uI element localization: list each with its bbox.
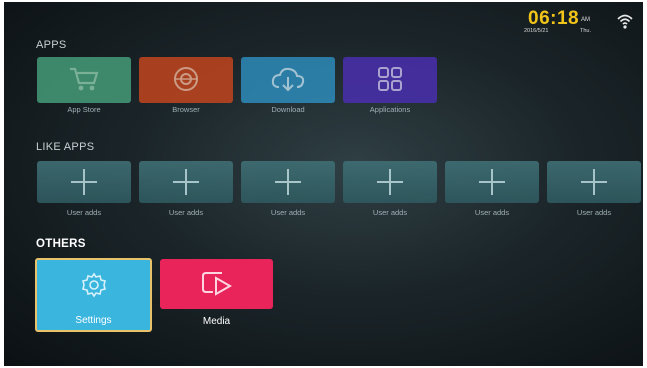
status-clock: 06:18 AM 2016/5/21 Thu. [524, 8, 604, 38]
plus-icon [139, 166, 233, 198]
add-app-label: User adds [270, 208, 306, 217]
settings-tile[interactable]: Settings [35, 258, 152, 332]
plus-icon [343, 166, 437, 198]
add-app-label: User adds [372, 208, 408, 217]
clock-time: 06:18 [528, 8, 580, 29]
app-label-browser: Browser [172, 105, 200, 114]
add-app-tile[interactable] [547, 161, 641, 203]
grid-icon [343, 63, 437, 95]
app-label-applications: Applications [369, 105, 411, 114]
globe-icon [139, 63, 233, 95]
gear-icon [37, 272, 150, 298]
clock-weekday: Thu. [580, 28, 592, 34]
section-apps-label: APPS [36, 39, 67, 51]
plus-icon [241, 166, 335, 198]
wifi-icon [616, 12, 634, 32]
settings-label: Settings [75, 315, 112, 326]
app-tile-applications[interactable] [343, 57, 437, 103]
clock-date: 2016/5/21 [524, 28, 549, 34]
add-app-tile[interactable] [139, 161, 233, 203]
app-tile-download[interactable] [241, 57, 335, 103]
add-app-tile[interactable] [343, 161, 437, 203]
add-app-tile[interactable] [37, 161, 131, 203]
plus-icon [37, 166, 131, 198]
cart-icon [37, 63, 131, 95]
add-app-label: User adds [474, 208, 510, 217]
app-tile-browser[interactable] [139, 57, 233, 103]
add-app-tile[interactable] [445, 161, 539, 203]
play-screen-icon [160, 270, 273, 298]
cloud-download-icon [241, 63, 335, 95]
media-label: Media [202, 316, 231, 327]
app-label-download: Download [271, 105, 305, 114]
section-like-apps-label: LIKE APPS [36, 141, 95, 153]
media-tile[interactable] [160, 259, 273, 309]
app-label-app-store: App Store [67, 105, 101, 114]
plus-icon [445, 166, 539, 198]
plus-icon [547, 166, 641, 198]
tv-home-screen: 06:18 AM 2016/5/21 Thu. APPS App Store B… [4, 2, 643, 366]
add-app-tile[interactable] [241, 161, 335, 203]
add-app-label: User adds [168, 208, 204, 217]
clock-ampm: AM [581, 17, 590, 23]
add-app-label: User adds [576, 208, 612, 217]
add-app-label: User adds [66, 208, 102, 217]
section-others-label: OTHERS [36, 238, 86, 250]
app-tile-app-store[interactable] [37, 57, 131, 103]
